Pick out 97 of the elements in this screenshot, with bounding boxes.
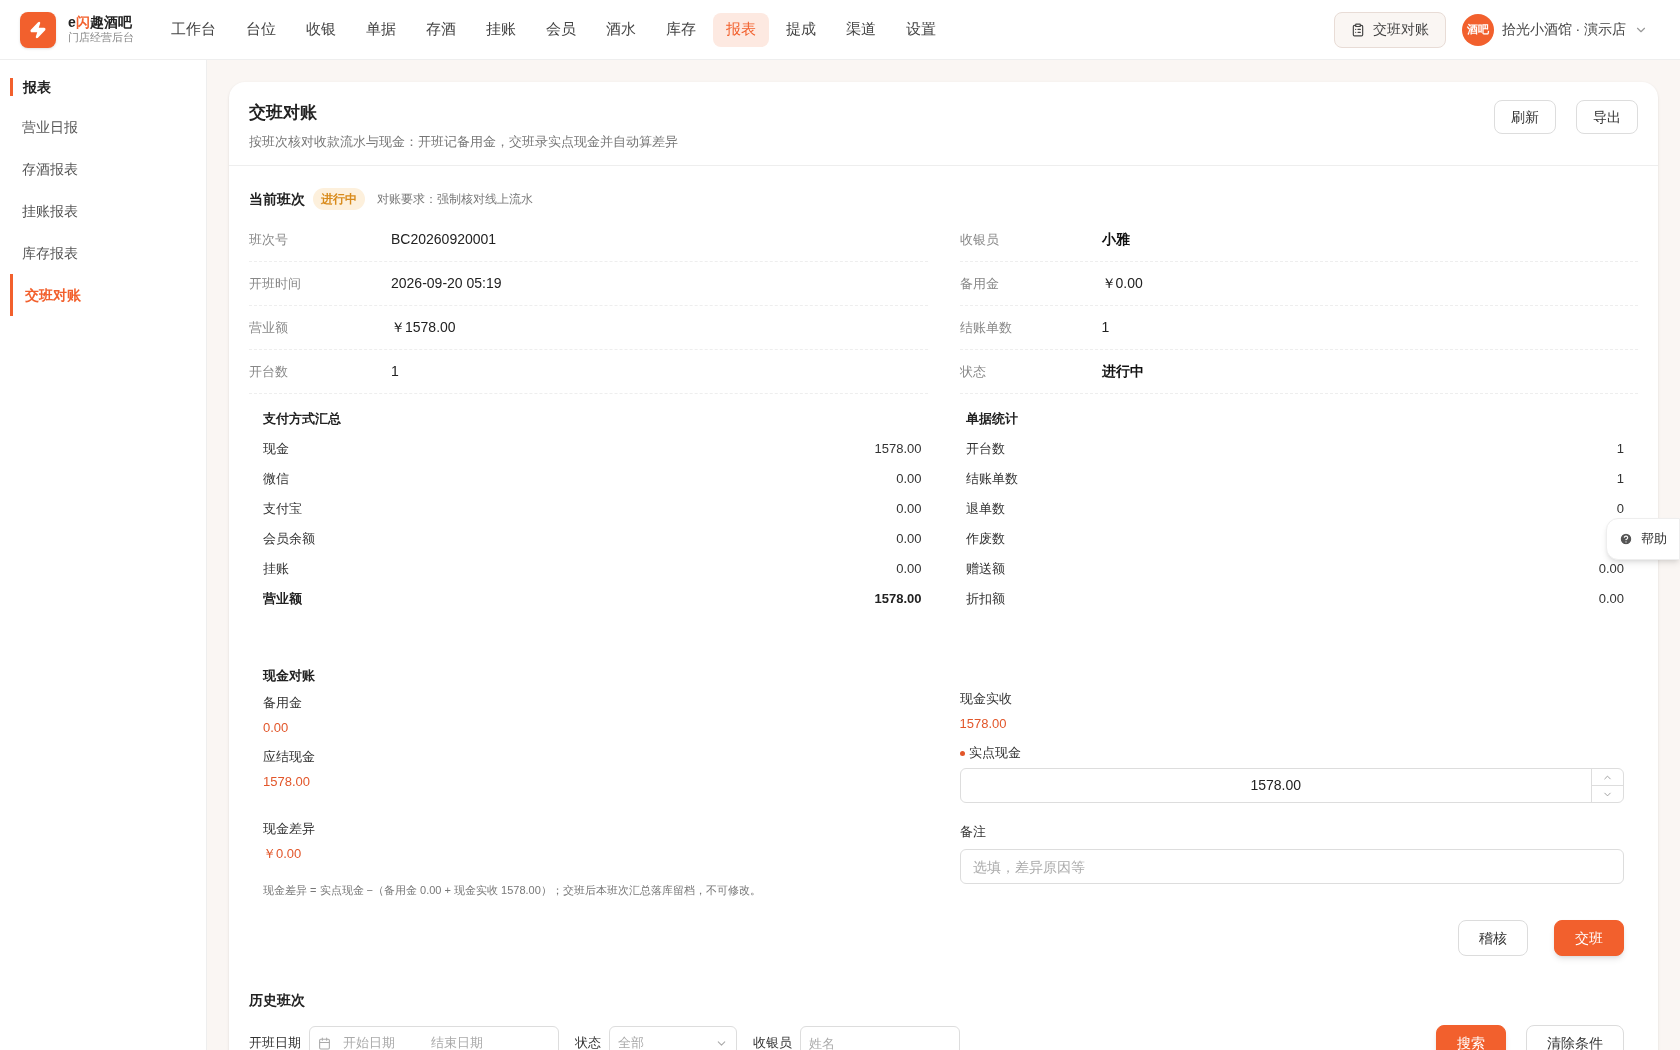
brand-subtitle: 门店经营后台 (68, 31, 134, 46)
nav-tab[interactable]: 设置 (893, 12, 949, 47)
field-label: 备用金 (263, 694, 303, 712)
info-value: 1 (391, 362, 399, 381)
nav-tab[interactable]: 收银 (293, 12, 349, 47)
amount-value: 1578.00 (263, 773, 311, 791)
filter-label: 收银员 (753, 1034, 792, 1050)
input-value: 1578.00 (1249, 776, 1303, 795)
summary-label: 支付宝 (263, 500, 302, 519)
stat-label: 结账单数 (965, 470, 1018, 489)
stat-label: 退单数 (965, 500, 1005, 519)
calendar-icon (318, 1036, 331, 1050)
stat-value: 0.00 (1598, 560, 1624, 579)
summary-value: 0.00 (896, 530, 922, 549)
stat-value: 1 (1616, 440, 1624, 459)
field-label: 现金实收 (959, 690, 1013, 708)
summary-value: 1578.00 (874, 590, 922, 609)
nav-tab[interactable]: 存酒 (413, 12, 469, 47)
store-avatar: 酒吧 (1461, 13, 1494, 46)
stat-value: 0 (1616, 500, 1624, 519)
status-badge: 进行中 (313, 188, 365, 210)
info-value: 小雅 (1101, 230, 1130, 249)
info-label: 开台数 (249, 362, 289, 381)
field-label-text: 实点现金 (968, 744, 1021, 762)
action-button[interactable]: 导出 (1576, 100, 1638, 134)
nav-tab[interactable]: 工作台 (158, 12, 229, 47)
filter-label: 状态 (575, 1034, 601, 1050)
stat-label: 开台数 (965, 440, 1005, 459)
clipboard-icon (1350, 22, 1365, 37)
sidebar-item[interactable]: 库存报表 (10, 232, 206, 274)
help-icon (1619, 532, 1633, 546)
summary-label: 会员余额 (263, 530, 315, 549)
info-label: 班次号 (249, 230, 289, 249)
nav-tab[interactable]: 台位 (233, 12, 289, 47)
requirement-text: 对账要求：强制核对线上流水 (377, 191, 533, 208)
summary-value: 0.00 (896, 500, 922, 519)
nav-tab[interactable]: 酒水 (593, 12, 649, 47)
info-label: 结账单数 (959, 318, 1013, 337)
note-input[interactable]: 选填，差异原因等 (959, 849, 1624, 884)
number-input[interactable]: 1578.00 (959, 768, 1624, 803)
stat-label: 折扣额 (965, 590, 1005, 609)
filter-label: 开班日期 (249, 1034, 301, 1050)
nav-tab[interactable]: 挂账 (473, 12, 529, 47)
sidebar-item[interactable]: 挂账报表 (10, 190, 206, 232)
section-title: 单据统计 (965, 410, 1019, 428)
logo-icon (20, 11, 56, 48)
field-label: 应结现金 (263, 748, 316, 766)
info-value: 1 (1101, 318, 1110, 337)
section-title: 当前班次 (249, 189, 305, 209)
info-value: 2026-09-20 05:19 (391, 274, 502, 293)
store-switcher[interactable]: 拾光小酒馆 · 演示店 (1501, 19, 1648, 40)
info-label: 备用金 (959, 274, 1000, 293)
summary-label: 挂账 (263, 560, 289, 579)
brand-title: e闪趣酒吧 (68, 13, 133, 32)
info-label: 开班时间 (249, 274, 302, 293)
info-value: 进行中 (1101, 362, 1144, 381)
card-subtitle: 按班次核对收款流水与现金：开班记备用金，交班录实点现金并自动算差异 (249, 132, 678, 151)
shift-reconcile-button[interactable]: 交班对账 (1333, 11, 1446, 48)
amount-value: ￥0.00 (263, 845, 303, 863)
help-button[interactable]: 帮助 (1606, 518, 1680, 560)
nav-tab[interactable]: 提成 (773, 12, 829, 47)
amount-value: 0.00 (263, 719, 290, 737)
summary-value: 0.00 (896, 470, 922, 489)
stat-value: 0.00 (1598, 590, 1624, 609)
summary-label: 营业额 (263, 590, 302, 609)
summary-value: 0.00 (896, 560, 922, 579)
sidebar-item[interactable]: 营业日报 (10, 106, 206, 148)
sidebar-section-title: 报表 (10, 78, 206, 96)
field-label: 现金差异 (263, 820, 316, 838)
nav-tab[interactable]: 单据 (353, 12, 409, 47)
section-title: 历史班次 (249, 991, 306, 1010)
info-label: 营业额 (249, 318, 289, 337)
card-title: 交班对账 (249, 102, 318, 124)
section-title: 现金对账 (263, 667, 316, 685)
info-label: 收银员 (959, 230, 1000, 249)
info-value: ￥0.00 (1101, 274, 1143, 293)
stat-value: 1 (1616, 470, 1624, 489)
stat-label: 作废数 (965, 530, 1005, 549)
action-button[interactable]: 刷新 (1494, 100, 1556, 134)
secondary-button[interactable]: 稽核 (1458, 920, 1528, 956)
summary-label: 现金 (263, 440, 289, 459)
nav-tab[interactable]: 会员 (533, 12, 589, 47)
info-value: BC20260920001 (391, 230, 497, 249)
amount-value: 1578.00 (959, 715, 1008, 733)
sidebar-item[interactable]: 存酒报表 (10, 148, 206, 190)
stat-label: 赠送额 (965, 560, 1005, 579)
field-label: 备注 (959, 823, 987, 841)
info-label: 状态 (959, 362, 987, 381)
cashier-input[interactable]: 姓名 (800, 1026, 960, 1050)
summary-value: 1578.00 (874, 440, 922, 459)
nav-tab[interactable]: 渠道 (833, 12, 889, 47)
summary-label: 微信 (263, 470, 289, 489)
secondary-button[interactable]: 清除条件 (1526, 1025, 1624, 1050)
formula-note: 现金差异 = 实点现金 −（备用金 0.00 + 现金实收 1578.00）；交班后本班次汇总落库留档，不可修改。 (263, 883, 762, 898)
section-title: 支付方式汇总 (263, 410, 342, 428)
nav-tab[interactable]: 库存 (653, 12, 709, 47)
info-value: ￥1578.00 (391, 318, 456, 337)
